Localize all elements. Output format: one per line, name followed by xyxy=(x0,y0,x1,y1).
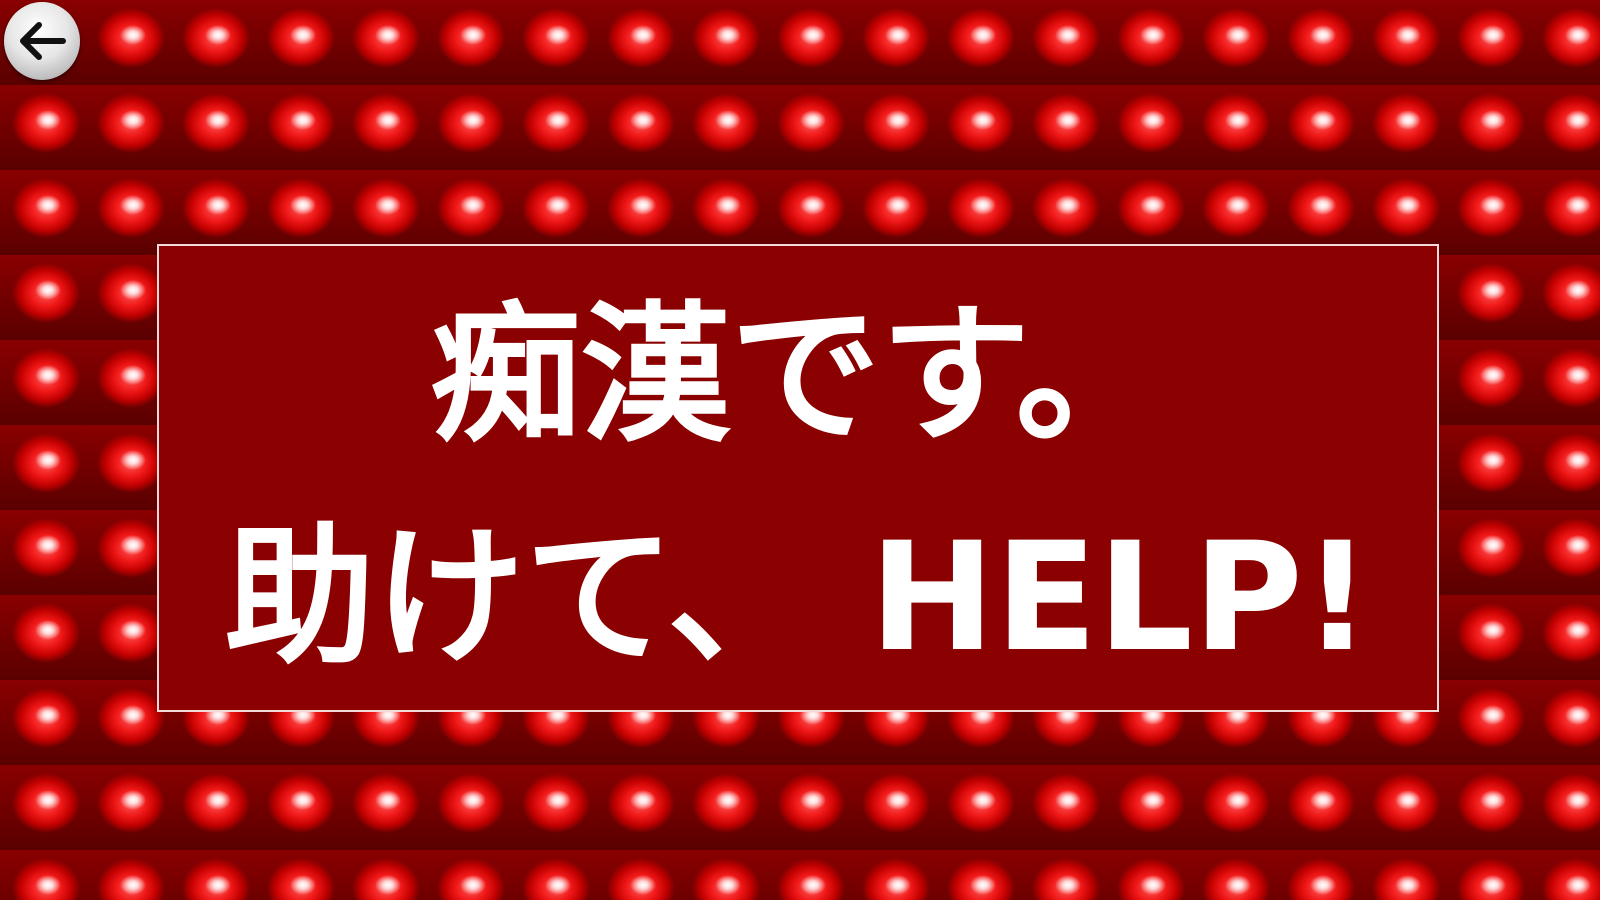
help-message-panel: 痴漢です。 助けて、 HELP! xyxy=(157,244,1439,712)
back-button[interactable] xyxy=(4,2,80,80)
arrow-left-icon xyxy=(20,22,66,60)
message-line-help: 助けて、 HELP! xyxy=(224,511,1372,685)
message-line-molester: 痴漢です。 xyxy=(430,289,1166,463)
